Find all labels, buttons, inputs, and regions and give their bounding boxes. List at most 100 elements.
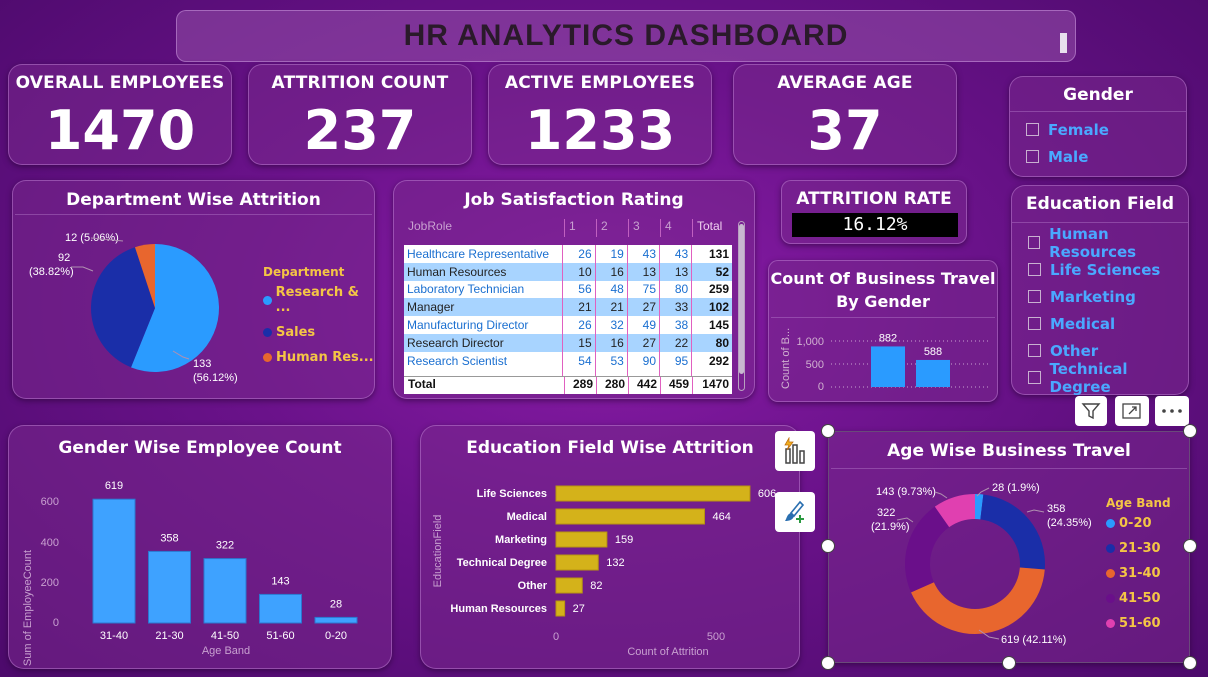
resize-handle-bottom-left[interactable] [821,656,835,670]
donut-slice[interactable] [980,494,1045,570]
rating-cell: 259 [691,280,732,299]
education-attrition-card[interactable]: Education Field Wise Attrition Life Scie… [420,425,800,669]
legend-label: 31-40 [1119,566,1161,581]
kpi-card-attrition-count[interactable]: ATTRITION COUNT 237 [248,64,472,165]
bar[interactable] [555,554,599,571]
resize-handle-bottom-right[interactable] [1183,656,1197,670]
donut-data-label: 322 [877,507,895,519]
slicer-item-male[interactable]: Male [1010,143,1186,170]
table-body[interactable]: Healthcare Representative 26 19 43 43 131 Huma… [404,245,732,376]
column-header[interactable]: 3 [628,219,660,237]
table-row[interactable]: Healthcare Representative 26 19 43 43 131 [404,245,732,263]
rating-cell: 102 [691,298,732,317]
rating-cell: 95 [659,351,692,370]
pie-data-label: (56.12%) [193,372,238,384]
attrition-rate-card[interactable]: ATTRITION RATE 16.12% [781,180,967,244]
column-header[interactable]: 4 [660,219,692,237]
y-axis-label: Sum of EmployeeCount [22,550,34,666]
more-options-button[interactable] [1155,396,1189,426]
column-header[interactable]: 1 [564,219,596,237]
department-attrition-card[interactable]: Department Wise Attrition 12 (5.06%) 92 … [12,180,375,399]
checkbox[interactable] [1028,263,1041,276]
bar[interactable] [555,485,751,502]
bar-data-label: 606 [758,488,776,500]
rating-cell: 27 [626,333,660,352]
donut-slice[interactable] [905,506,950,593]
table-row[interactable]: Human Resources 10 16 13 13 52 [404,262,732,281]
checkbox[interactable] [1026,150,1039,163]
slicer-item-label: Medical [1050,314,1116,333]
slicer-item-technical-degree[interactable]: Technical Degree [1012,360,1188,396]
table-row[interactable]: Laboratory Technician 56 48 75 80 259 [404,280,732,299]
table-row[interactable]: Research Scientist 54 53 90 95 292 [404,351,732,370]
format-paint-button[interactable] [775,492,815,532]
slicer-item-medical[interactable]: Medical [1012,310,1188,337]
rating-cell: 38 [659,316,692,334]
column-header[interactable]: 2 [596,219,628,237]
resize-handle-top-left[interactable] [821,424,835,438]
legend-item-41-50[interactable]: 41-50 [1106,591,1171,606]
slicer-item-human-resources[interactable]: Human Resources [1012,225,1188,261]
gender-employee-card[interactable]: Gender Wise Employee Count 619 31-40 358 21… [8,425,392,669]
donut-data-label: 619 (42.11%) [1001,634,1066,646]
legend-item-51-60[interactable]: 51-60 [1106,616,1171,631]
format-paint-icon [785,500,805,523]
legend-item-0-20[interactable]: 0-20 [1106,516,1171,531]
legend-item-hr[interactable]: Human Res... [263,350,374,365]
legend-label: Research & ... [275,285,360,315]
bar[interactable] [148,550,191,624]
bar[interactable] [203,558,247,624]
kpi-card-average-age[interactable]: AVERAGE AGE 37 [733,64,957,165]
column-header[interactable]: JobRole [402,219,564,237]
bar[interactable] [259,593,302,624]
more-options-icon [1162,409,1182,413]
legend-item-21-30[interactable]: 21-30 [1106,541,1171,556]
bar[interactable] [92,498,136,624]
scrollbar-thumb[interactable] [739,224,744,374]
column-header[interactable]: Total [692,219,732,237]
resize-handle-bottom[interactable] [1002,656,1016,670]
bar[interactable] [555,508,705,525]
job-role-cell: Manager [407,300,455,315]
bar[interactable] [555,531,608,548]
resize-handle-top-right[interactable] [1183,424,1197,438]
slicer-item-marketing[interactable]: Marketing [1012,283,1188,310]
resize-handle-left[interactable] [821,539,835,553]
table-row[interactable]: Research Director 15 16 27 22 80 [404,333,732,352]
resize-handle-right[interactable] [1183,539,1197,553]
legend-item-31-40[interactable]: 31-40 [1106,566,1171,581]
y-tick-label: Medical [507,511,547,523]
checkbox[interactable] [1028,344,1041,357]
age-business-travel-card[interactable]: Age Wise Business Travel 28 (1.9%) 358 (… [828,431,1190,663]
bar[interactable] [314,616,358,624]
checkbox[interactable] [1028,317,1041,330]
checkbox[interactable] [1028,236,1041,249]
table-scrollbar[interactable] [738,221,745,391]
slicer-item-female[interactable]: Female [1010,116,1186,143]
checkbox[interactable] [1026,123,1039,136]
job-satisfaction-card[interactable]: Job Satisfaction Rating JobRole 1 2 3 4 … [393,180,755,399]
checkbox[interactable] [1028,290,1041,303]
business-travel-gender-card[interactable]: Count Of Business Travel By Gender 882 58… [768,260,998,402]
bar[interactable] [916,359,950,387]
rating-cell: 13 [626,262,660,281]
job-satisfaction-table: Healthcare Representative 26 19 43 43 131 Huma… [404,245,732,376]
y-tick-label: Life Sciences [477,488,547,500]
table-row[interactable]: Manager 21 21 27 33 102 [404,298,732,317]
checkbox[interactable] [1028,371,1041,384]
legend-item-research[interactable]: Research & ... [263,285,374,315]
kpi-card-overall-employees[interactable]: OVERALL EMPLOYEES 1470 [8,64,232,165]
focus-mode-button[interactable] [1115,396,1149,426]
x-tick-label: 41-50 [211,630,239,642]
bar[interactable] [871,346,905,387]
table-row[interactable]: Manufacturing Director 26 32 49 38 145 [404,316,732,334]
bar[interactable] [555,600,566,617]
legend-item-sales[interactable]: Sales [263,325,374,340]
x-tick: 0 [553,631,559,643]
quick-insights-button[interactable] [775,431,815,471]
rating-cell: 90 [626,351,660,370]
kpi-card-active-employees[interactable]: ACTIVE EMPLOYEES 1233 [488,64,712,165]
department-legend: Department Research & ... Sales Human Re… [263,265,374,372]
filter-button[interactable] [1075,396,1107,426]
bar[interactable] [555,577,583,594]
